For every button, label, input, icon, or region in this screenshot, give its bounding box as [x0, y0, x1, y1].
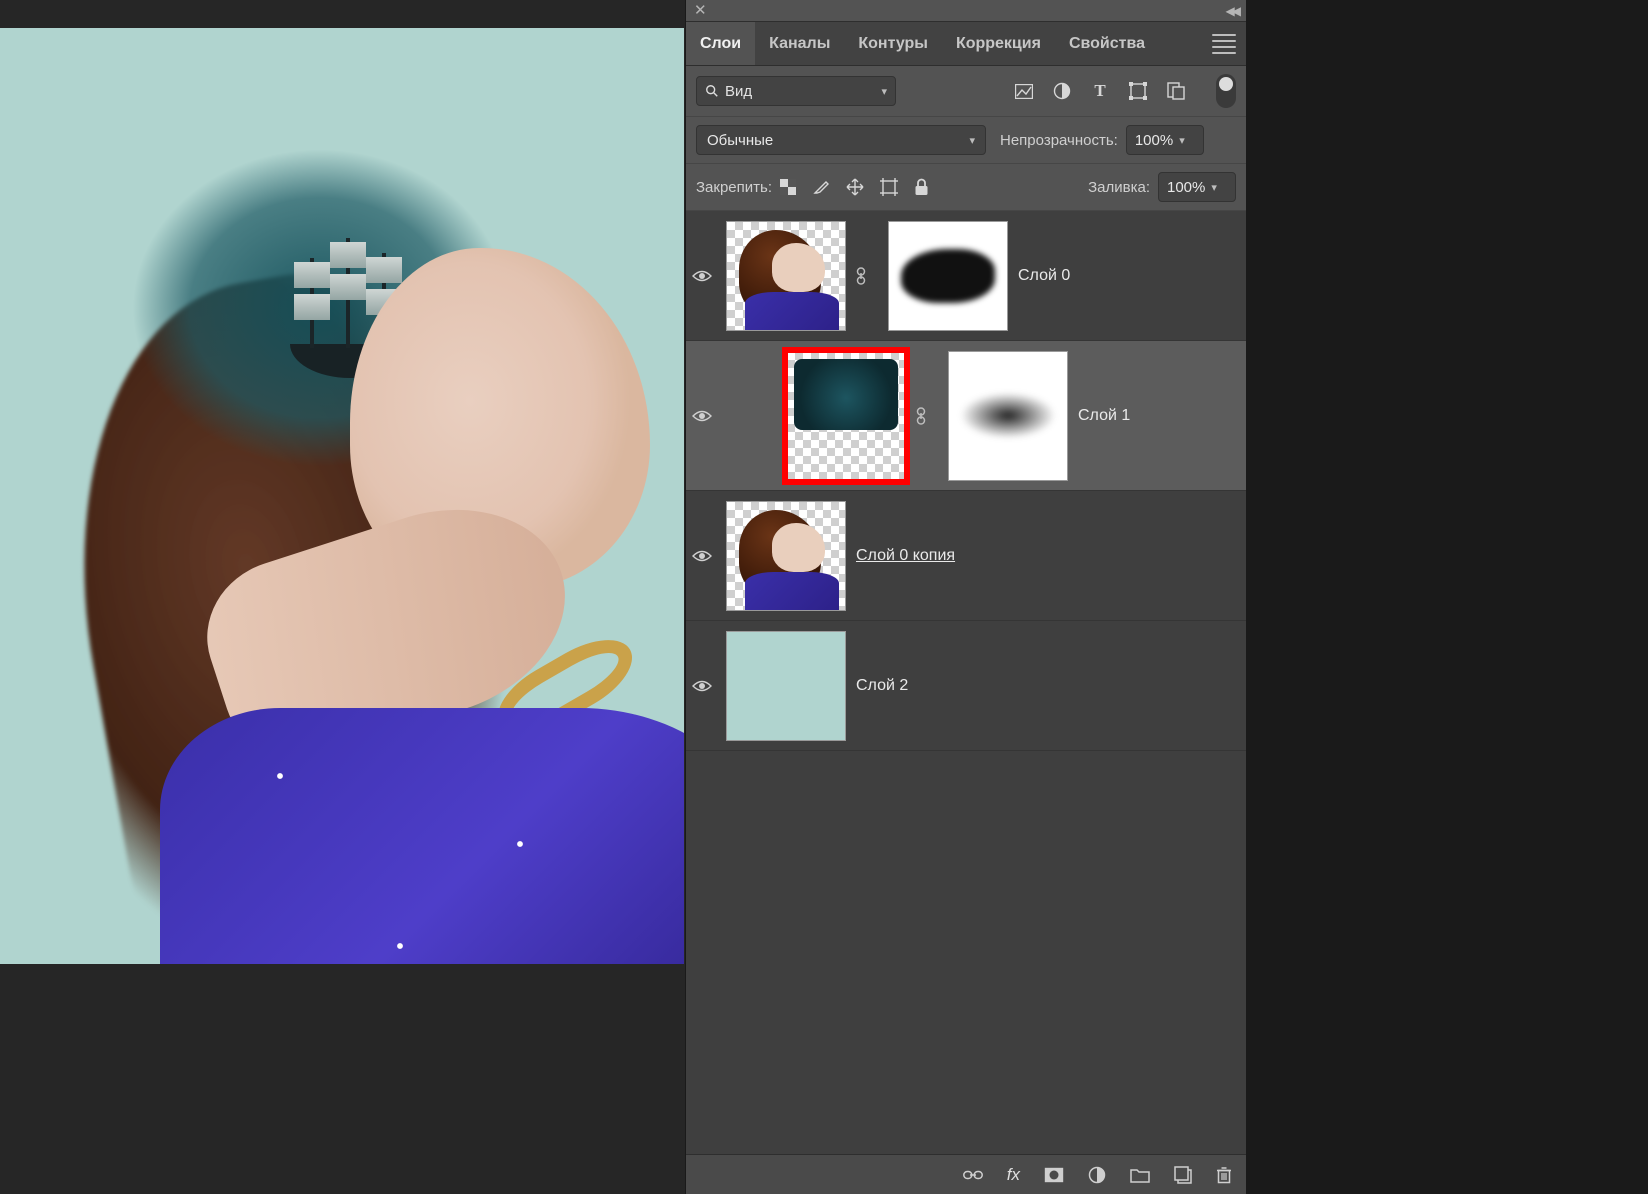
layer-row-2[interactable]: Слой 2: [686, 621, 1246, 751]
panel-menu-icon[interactable]: [1212, 30, 1236, 58]
new-group-icon[interactable]: [1130, 1167, 1150, 1183]
visibility-toggle[interactable]: [692, 679, 716, 693]
tab-layers[interactable]: Слои: [686, 22, 755, 65]
collapse-icon[interactable]: ◀◀: [1226, 4, 1238, 18]
visibility-toggle[interactable]: [692, 409, 716, 423]
link-layers-icon[interactable]: [963, 1169, 983, 1181]
layer-mask-thumbnail[interactable]: [888, 221, 1008, 331]
opacity-label: Непрозрачность:: [1000, 132, 1118, 149]
artwork-figure: [90, 98, 684, 964]
lock-transparency-icon[interactable]: [780, 179, 796, 195]
lock-all-icon[interactable]: [914, 178, 929, 196]
layers-footer: fx: [686, 1154, 1246, 1194]
panel-titlebar[interactable]: ✕ ◀◀: [686, 0, 1246, 22]
layer-mask-thumbnail[interactable]: [948, 351, 1068, 481]
blend-mode-value: Обычные: [707, 132, 773, 149]
opacity-input[interactable]: 100% ▾: [1126, 125, 1204, 155]
fill-input[interactable]: 100% ▾: [1158, 172, 1236, 202]
layer-filter-kind[interactable]: Вид ▾: [696, 76, 896, 106]
lock-label: Закрепить:: [696, 179, 772, 196]
chevron-down-icon: ▾: [1179, 134, 1185, 147]
layer-thumbnail[interactable]: [726, 501, 846, 611]
layer-name[interactable]: Слой 0: [1018, 267, 1070, 285]
new-adjustment-icon[interactable]: [1088, 1166, 1106, 1184]
document-canvas[interactable]: [0, 28, 684, 964]
tab-channels[interactable]: Каналы: [755, 22, 844, 65]
panel-tabs: Слои Каналы Контуры Коррекция Свойства: [686, 22, 1246, 66]
tab-paths[interactable]: Контуры: [844, 22, 942, 65]
filter-row: Вид ▾ T: [686, 66, 1246, 117]
layer-row-0copy[interactable]: Слой 0 копия: [686, 491, 1246, 621]
lock-position-icon[interactable]: [846, 178, 864, 196]
chevron-down-icon: ▾: [881, 85, 887, 98]
visibility-toggle[interactable]: [692, 269, 716, 283]
opacity-value: 100%: [1135, 132, 1173, 149]
filter-type-icon[interactable]: T: [1090, 81, 1110, 101]
delete-layer-icon[interactable]: [1216, 1166, 1232, 1184]
blend-opacity-row: Обычные ▾ Непрозрачность: 100% ▾: [686, 117, 1246, 164]
new-layer-icon[interactable]: [1174, 1166, 1192, 1184]
layer-thumbnail[interactable]: [726, 631, 846, 741]
layer-name[interactable]: Слой 1: [1078, 407, 1130, 425]
fill-label: Заливка:: [1088, 179, 1150, 196]
layer-thumbnail[interactable]: [786, 351, 906, 481]
mask-link-icon[interactable]: [856, 267, 878, 285]
filter-smart-icon[interactable]: [1166, 81, 1186, 101]
layer-row-1[interactable]: Слой 1: [686, 341, 1246, 491]
tab-properties[interactable]: Свойства: [1055, 22, 1159, 65]
document-canvas-area: [0, 0, 685, 1194]
mask-link-icon[interactable]: [916, 407, 938, 425]
filter-pixel-icon[interactable]: [1014, 81, 1034, 101]
visibility-toggle[interactable]: [692, 549, 716, 563]
chevron-down-icon: ▾: [1211, 181, 1217, 194]
layer-effects-icon[interactable]: fx: [1007, 1165, 1020, 1185]
fill-value: 100%: [1167, 179, 1205, 196]
lock-fill-row: Закрепить: Заливка: 100% ▾: [686, 164, 1246, 211]
lock-artboard-icon[interactable]: [880, 178, 898, 196]
layers-panel: ✕ ◀◀ Слои Каналы Контуры Коррекция Свойс…: [686, 0, 1246, 1194]
close-icon[interactable]: ✕: [694, 3, 707, 18]
layers-list[interactable]: Слой 0 Слой 1 Слой 0 копия: [686, 211, 1246, 1154]
search-icon: [705, 84, 719, 98]
filter-toggle[interactable]: [1216, 74, 1236, 108]
chevron-down-icon: ▾: [969, 134, 975, 147]
layer-row-0[interactable]: Слой 0: [686, 211, 1246, 341]
lock-brush-icon[interactable]: [812, 178, 830, 196]
filter-shape-icon[interactable]: [1128, 81, 1148, 101]
filter-adjust-icon[interactable]: [1052, 81, 1072, 101]
blend-mode-select[interactable]: Обычные ▾: [696, 125, 986, 155]
layer-thumbnail[interactable]: [726, 221, 846, 331]
tab-adjustments[interactable]: Коррекция: [942, 22, 1055, 65]
layer-name[interactable]: Слой 0 копия: [856, 547, 955, 565]
layer-filter-kind-label: Вид: [725, 83, 752, 100]
add-mask-icon[interactable]: [1044, 1167, 1064, 1183]
layer-name[interactable]: Слой 2: [856, 677, 908, 695]
